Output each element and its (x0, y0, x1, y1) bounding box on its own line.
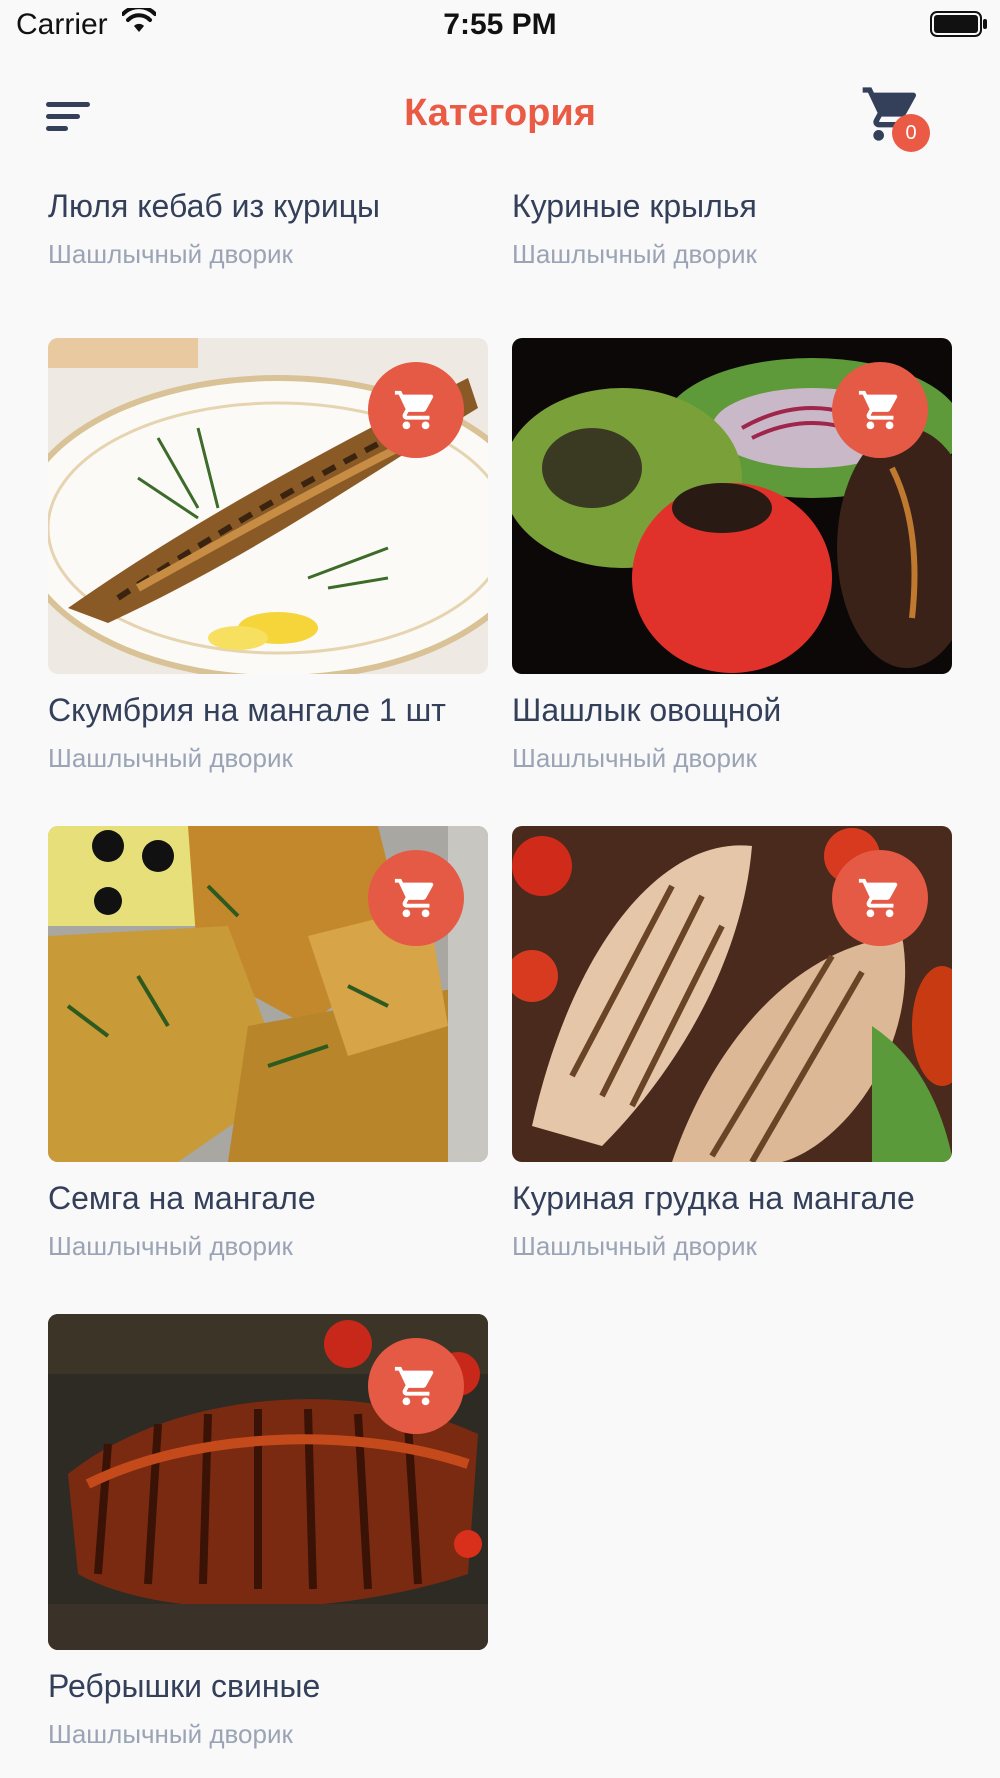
add-to-cart-button[interactable] (368, 1338, 464, 1434)
add-to-cart-button[interactable] (368, 850, 464, 946)
product-vendor: Шашлычный дворик (512, 239, 757, 269)
product-card[interactable]: Семга на мангале Шашлычный дворик (48, 826, 488, 1262)
product-vendor: Шашлычный дворик (48, 1719, 293, 1749)
product-vendor: Шашлычный дворик (48, 239, 293, 269)
product-title: Ребрышки свиные (48, 1668, 321, 1704)
status-bar: Carrier 7:55 PM (0, 0, 1000, 50)
product-title: Скумбрия на мангале 1 шт (48, 692, 446, 728)
add-to-cart-button[interactable] (832, 362, 928, 458)
product-vendor: Шашлычный дворик (512, 743, 757, 773)
add-to-cart-button[interactable] (832, 850, 928, 946)
cart-icon (394, 878, 434, 918)
product-card[interactable]: Люля кебаб из курицы Шашлычный дворик (48, 180, 488, 270)
product-vendor: Шашлычный дворик (512, 1231, 757, 1261)
product-image (48, 1314, 488, 1650)
product-card[interactable]: Куриные крылья Шашлычный дворик (512, 180, 952, 270)
cart-icon (858, 390, 898, 430)
cart-count-badge: 0 (892, 114, 930, 152)
product-card[interactable]: Ребрышки свиные Шашлычный дворик (48, 1314, 488, 1750)
cart-icon (858, 878, 898, 918)
product-vendor: Шашлычный дворик (48, 743, 293, 773)
product-card[interactable]: Куриная грудка на мангале Шашлычный двор… (512, 826, 952, 1262)
product-grid: Люля кебаб из курицы Шашлычный дворик Ку… (0, 180, 1000, 1778)
cart-button[interactable]: 0 (860, 82, 932, 154)
status-time: 7:55 PM (443, 8, 557, 41)
product-card[interactable]: Шашлык овощной Шашлычный дворик (512, 338, 952, 774)
product-image (48, 826, 488, 1162)
product-image (48, 338, 488, 674)
page-title: Категория (404, 92, 596, 134)
add-to-cart-button[interactable] (368, 362, 464, 458)
navigation-bar: Категория 0 (0, 60, 1000, 180)
product-title: Шашлык овощной (512, 692, 782, 728)
product-card[interactable]: Скумбрия на мангале 1 шт Шашлычный двори… (48, 338, 488, 774)
product-title: Куриная грудка на мангале (512, 1180, 915, 1216)
product-vendor: Шашлычный дворик (48, 1231, 293, 1261)
product-title: Люля кебаб из курицы (48, 188, 381, 224)
battery-icon (930, 11, 987, 37)
product-title: Куриные крылья (512, 188, 757, 224)
product-image (512, 826, 952, 1162)
cart-icon (394, 390, 434, 430)
cart-icon (394, 1366, 434, 1406)
product-title: Семга на мангале (48, 1180, 316, 1216)
product-image (512, 338, 952, 674)
